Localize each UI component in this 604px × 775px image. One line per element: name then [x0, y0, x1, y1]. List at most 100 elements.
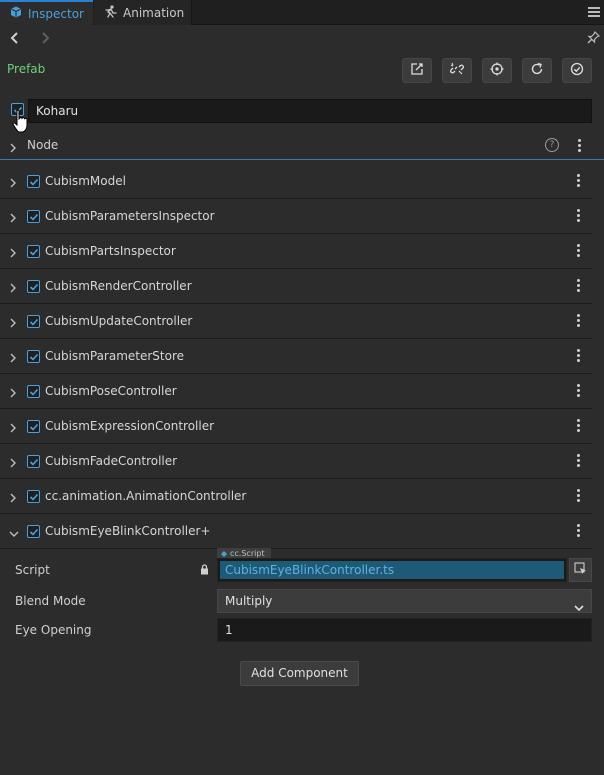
component-name: CubismExpressionController: [45, 419, 215, 433]
open-prefab-button[interactable]: [402, 58, 432, 83]
component-row[interactable]: CubismUpdateController: [0, 304, 592, 339]
component-row[interactable]: CubismParametersInspector: [0, 199, 592, 234]
script-label: Script: [15, 563, 50, 577]
more-options-icon[interactable]: [577, 279, 581, 294]
tab-animation[interactable]: Animation: [94, 0, 192, 25]
component-row[interactable]: CubismParameterStore: [0, 339, 592, 374]
component-enabled-checkbox[interactable]: [27, 245, 40, 258]
chevron-right-icon[interactable]: [9, 492, 17, 506]
open-prefab-icon: [410, 62, 424, 79]
unlink-prefab-button[interactable]: [442, 58, 472, 83]
more-options-icon[interactable]: [577, 314, 581, 329]
revert-icon: [530, 62, 544, 79]
diamond-icon: [221, 550, 227, 557]
component-row[interactable]: CubismPoseController: [0, 374, 592, 409]
menu-icon[interactable]: [588, 7, 600, 18]
node-section-label: Node: [27, 138, 59, 152]
apply-button[interactable]: [562, 58, 592, 83]
locate-icon: [490, 62, 504, 79]
script-asset-field[interactable]: CubismEyeBlinkController.ts: [217, 558, 567, 582]
component-name: CubismRenderController: [45, 279, 192, 293]
more-options-icon[interactable]: [577, 209, 581, 224]
component-enabled-checkbox[interactable]: [27, 490, 40, 503]
blend-mode-label: Blend Mode: [15, 594, 86, 608]
chevron-right-icon[interactable]: [9, 317, 17, 331]
script-asset-value: CubismEyeBlinkController.ts: [220, 561, 564, 579]
component-name: CubismUpdateController: [45, 314, 193, 328]
more-options-icon[interactable]: [577, 454, 581, 469]
component-name: cc.animation.AnimationController: [45, 489, 247, 503]
help-icon[interactable]: ?: [545, 138, 559, 152]
component-enabled-checkbox[interactable]: [27, 420, 40, 433]
unlink-prefab-icon: [450, 62, 464, 79]
chevron-right-icon[interactable]: [9, 212, 17, 226]
component-enabled-checkbox[interactable]: [27, 210, 40, 223]
chevron-right-icon[interactable]: [9, 387, 17, 401]
chevron-right-icon[interactable]: [9, 282, 17, 296]
blend-mode-select[interactable]: Multiply: [217, 589, 592, 613]
component-name: CubismModel: [45, 174, 126, 188]
more-options-icon[interactable]: [577, 524, 581, 539]
asset-picker-button[interactable]: [569, 558, 592, 582]
chevron-right-icon[interactable]: [9, 142, 17, 156]
eye-opening-label: Eye Opening: [15, 623, 92, 637]
chevron-down-icon: [574, 597, 584, 619]
component-row[interactable]: CubismFadeController: [0, 444, 592, 479]
more-options-icon[interactable]: [577, 489, 581, 504]
component-enabled-checkbox[interactable]: [27, 280, 40, 293]
chevron-right-icon[interactable]: [9, 422, 17, 436]
lock-icon: [200, 564, 209, 578]
chevron-right-icon[interactable]: [9, 352, 17, 366]
tab-label: Inspector: [28, 6, 84, 21]
tab-label: Animation: [123, 5, 185, 20]
chevron-right-icon[interactable]: [9, 457, 17, 471]
more-options-icon[interactable]: [577, 419, 581, 434]
component-enabled-checkbox[interactable]: [27, 350, 40, 363]
component-name: CubismParameterStore: [45, 349, 185, 363]
component-enabled-checkbox[interactable]: [27, 525, 40, 538]
revert-button[interactable]: [522, 58, 552, 83]
more-options-icon[interactable]: [577, 349, 581, 364]
pin-icon[interactable]: [587, 30, 601, 47]
running-figure-icon: [104, 4, 117, 21]
chevron-right-icon[interactable]: [9, 177, 17, 191]
eye-opening-row: Eye Opening 1: [0, 618, 604, 642]
component-row[interactable]: CubismExpressionController: [0, 409, 592, 444]
eye-opening-input[interactable]: 1: [217, 618, 592, 642]
pick-cursor-icon: [574, 562, 587, 578]
component-row[interactable]: CubismRenderController: [0, 269, 592, 304]
component-enabled-checkbox[interactable]: [27, 175, 40, 188]
locate-button[interactable]: [482, 58, 512, 83]
component-row[interactable]: CubismModel: [0, 164, 592, 199]
node-name-input[interactable]: Koharu: [28, 99, 592, 123]
more-options-icon[interactable]: [577, 244, 581, 259]
component-row[interactable]: CubismPartsInspector: [0, 234, 592, 269]
component-name: CubismPoseController: [45, 384, 177, 398]
component-row[interactable]: cc.animation.AnimationController: [0, 479, 592, 514]
prefab-label: Prefab: [7, 62, 46, 76]
component-enabled-checkbox[interactable]: [27, 385, 40, 398]
more-options-icon[interactable]: [577, 384, 581, 399]
history-nav: [0, 28, 604, 50]
more-options-icon[interactable]: [578, 139, 582, 154]
more-options-icon[interactable]: [577, 174, 581, 189]
forward-arrow-icon[interactable]: [40, 31, 50, 48]
component-name: CubismEyeBlinkController+: [45, 524, 211, 538]
blend-mode-row: Blend Mode Multiply: [0, 589, 604, 613]
tab-inspector[interactable]: Inspector: [0, 0, 93, 25]
chevron-right-icon[interactable]: [9, 247, 17, 261]
component-name: CubismPartsInspector: [45, 244, 176, 258]
cube-icon: [10, 6, 22, 21]
component-enabled-checkbox[interactable]: [27, 455, 40, 468]
component-row[interactable]: CubismEyeBlinkController+: [0, 514, 592, 549]
add-component-button[interactable]: Add Component: [240, 661, 359, 686]
script-property-row: Script CubismEyeBlinkController.ts: [0, 558, 604, 582]
component-name: CubismParametersInspector: [45, 209, 215, 223]
blend-mode-value: Multiply: [225, 594, 273, 608]
component-enabled-checkbox[interactable]: [27, 315, 40, 328]
node-name-row: Koharu: [0, 99, 604, 123]
chevron-down-icon[interactable]: [9, 527, 19, 541]
node-section-header[interactable]: Node ?: [0, 134, 604, 160]
panel-tab-bar: Inspector Animation: [0, 0, 604, 25]
back-arrow-icon[interactable]: [10, 31, 20, 48]
